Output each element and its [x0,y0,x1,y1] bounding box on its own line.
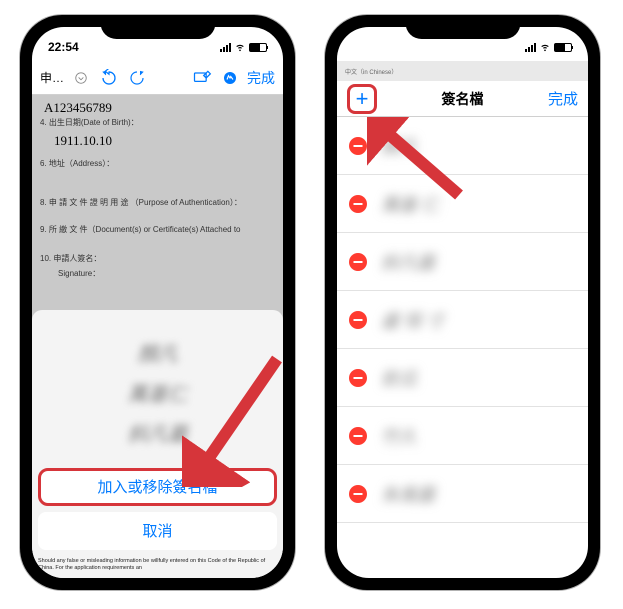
cancel-button[interactable]: 取消 [38,512,277,550]
doc-strip: 中文（in Chinese） [337,61,588,81]
back-button[interactable]: 申… [40,69,64,86]
list-item[interactable]: 顏凡 [337,117,588,175]
plus-icon: + [356,88,369,110]
nav-title: 簽名檔 [441,89,483,109]
action-sheet: 顏凡 萬基仁 斜凡墓 加入或移除簽名檔 取消 Should any false … [32,310,283,578]
list-item[interactable]: 斜凡墓 [337,233,588,291]
navbar: + 簽名檔 完成 [337,81,588,117]
dob-label: 4. 出生日期(Date of Birth)： [40,117,275,128]
signature-sample[interactable]: 斜凡墓 [108,418,208,448]
status-right [525,42,572,52]
purpose-label: 8. 申 請 文 件 證 明 用 途 （Purpose of Authentic… [40,197,275,208]
delete-icon[interactable] [349,485,367,503]
signature-samples[interactable]: 顏凡 萬基仁 斜凡墓 [38,318,277,468]
annotate-icon[interactable] [191,67,213,89]
sig-label: 10. 申請人簽名： [40,253,275,264]
dob-value: 1911.10.10 [50,132,275,150]
status-time: 22:54 [48,40,79,54]
strip-text: 中文（in Chinese） [345,67,397,76]
notch [405,15,520,39]
done-button[interactable]: 完成 [247,68,275,88]
delete-icon[interactable] [349,195,367,213]
notch [100,15,215,39]
redo-icon[interactable] [126,67,148,89]
done-button[interactable]: 完成 [548,88,578,109]
delete-icon[interactable] [349,311,367,329]
document-view[interactable]: A123456789 4. 出生日期(Date of Birth)： 1911.… [32,95,283,578]
wifi-icon [539,42,551,52]
status-time [353,40,356,54]
signature-list[interactable]: 顏凡 萬基 仁 斜凡墓 盧 恒 寸 欽瓜 竹久 朱風墓 [337,117,588,578]
delete-icon[interactable] [349,427,367,445]
delete-icon[interactable] [349,369,367,387]
list-item[interactable]: 竹久 [337,407,588,465]
battery-icon [249,43,267,52]
signature-preview: 顏凡 [381,133,417,159]
wifi-icon [234,42,246,52]
signature-preview: 欽瓜 [381,365,417,391]
docs-label: 9. 所 繳 文 件（Document(s) or Certificate(s)… [40,224,275,235]
id-value: A123456789 [40,99,275,117]
list-item[interactable]: 萬基 仁 [337,175,588,233]
chevron-down-icon[interactable] [70,67,92,89]
add-remove-signature-button[interactable]: 加入或移除簽名檔 [38,468,277,506]
toolbar: 申… 完成 [32,61,283,95]
add-remove-label: 加入或移除簽名檔 [97,476,217,497]
cancel-label: 取消 [142,520,172,541]
cellular-icon [525,42,536,52]
status-right [220,42,267,52]
signature-sample[interactable]: 萬基仁 [108,378,208,408]
undo-icon[interactable] [98,67,120,89]
screen-right: 中文（in Chinese） + 簽名檔 完成 顏凡 萬基 仁 斜凡墓 盧 恒 … [337,27,588,578]
phone-left: 22:54 申… 完成 A123456789 4. 出生日期(Date of B… [20,15,295,590]
add-signature-button[interactable]: + [347,84,377,114]
signature-preview: 萬基 仁 [381,191,440,217]
signature-sample[interactable]: 顏凡 [108,338,208,368]
battery-icon [554,43,572,52]
list-item[interactable]: 朱風墓 [337,465,588,523]
cellular-icon [220,42,231,52]
screen-left: 22:54 申… 完成 A123456789 4. 出生日期(Date of B… [32,27,283,578]
sig-sub: Signature： [58,268,275,279]
delete-icon[interactable] [349,253,367,271]
signature-preview: 斜凡墓 [381,249,435,275]
signature-preview: 朱風墓 [381,481,435,507]
delete-icon[interactable] [349,137,367,155]
list-item[interactable]: 盧 恒 寸 [337,291,588,349]
fineprint: Should any false or misleading informati… [38,556,277,574]
signature-preview: 盧 恒 寸 [381,307,444,333]
addr-label: 6. 地址（Address）： [40,158,275,169]
signature-preview: 竹久 [381,423,417,449]
markup-icon[interactable] [219,67,241,89]
list-item[interactable]: 欽瓜 [337,349,588,407]
phone-right: 中文（in Chinese） + 簽名檔 完成 顏凡 萬基 仁 斜凡墓 盧 恒 … [325,15,600,590]
